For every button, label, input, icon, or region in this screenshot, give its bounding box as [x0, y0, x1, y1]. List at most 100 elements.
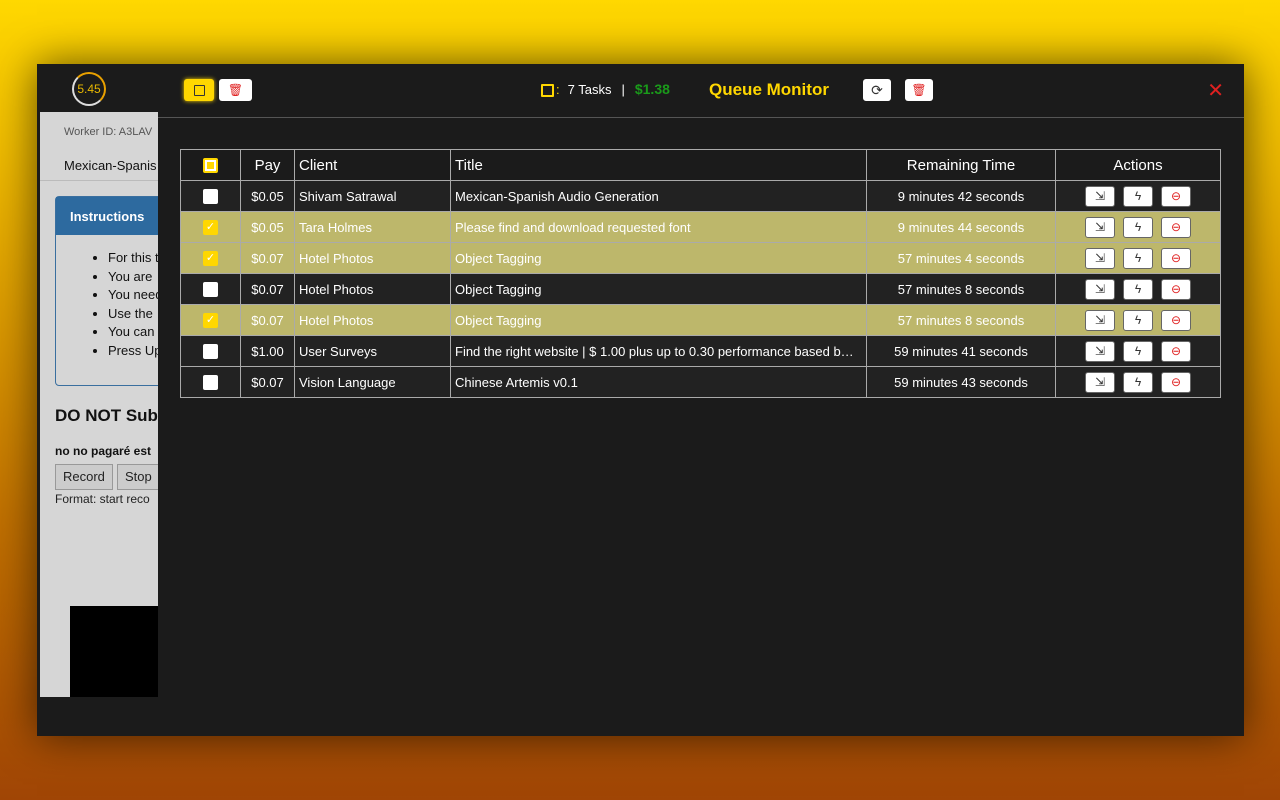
accept-task-button[interactable]: ϟ [1123, 309, 1153, 331]
lightning-icon: ϟ [1134, 188, 1142, 203]
row-checkbox[interactable] [203, 375, 218, 391]
open-external-icon: ⇲ [1094, 250, 1106, 265]
accept-task-button[interactable]: ϟ [1123, 371, 1153, 393]
table-row[interactable]: ✓ $0.05 Tara Holmes Please find and down… [180, 211, 1221, 243]
minus-circle-icon: ⊖ [1170, 219, 1182, 234]
remove-task-button[interactable]: ⊖ [1161, 309, 1191, 331]
accept-task-button[interactable]: ϟ [1123, 185, 1153, 207]
open-external-icon: ⇲ [1094, 374, 1106, 389]
open-task-button[interactable]: ⇲ [1085, 247, 1115, 269]
row-checkbox[interactable] [203, 344, 218, 360]
instruction-item: Use the [108, 305, 158, 324]
title-cell: Object Tagging [450, 242, 867, 274]
pay-cell: $0.07 [240, 273, 295, 305]
table-row[interactable]: $0.07 Vision Language Chinese Artemis v0… [180, 366, 1221, 398]
open-external-icon: ⇲ [1094, 188, 1106, 203]
pay-cell: $0.07 [240, 304, 295, 336]
bag-icon [541, 84, 554, 97]
row-checkbox[interactable]: ✓ [203, 220, 218, 236]
row-checkbox[interactable] [203, 282, 218, 298]
time-cell: 9 minutes 44 seconds [866, 211, 1056, 243]
total-pay: $1.38 [634, 81, 670, 97]
instruction-item: For this t [108, 249, 158, 268]
minus-circle-icon: ⊖ [1170, 312, 1182, 327]
queue-stats: : 7 Tasks | $1.38 [541, 81, 670, 97]
col-actions: Actions [1055, 149, 1221, 181]
accept-task-button[interactable]: ϟ [1123, 278, 1153, 300]
open-external-icon: ⇲ [1094, 343, 1106, 358]
remove-task-button[interactable]: ⊖ [1161, 216, 1191, 238]
accept-task-button[interactable]: ϟ [1123, 340, 1153, 362]
remove-task-button[interactable]: ⊖ [1161, 371, 1191, 393]
time-cell: 59 minutes 41 seconds [866, 335, 1056, 367]
select-all-checkbox[interactable] [203, 158, 218, 174]
instruction-item: Press Up [108, 342, 158, 361]
browser-window: 5.45 Worker ID: A3LAV Mexican-Spanis Ins… [37, 64, 1244, 736]
table-row[interactable]: ✓ $0.07 Hotel Photos Object Tagging 57 m… [180, 304, 1221, 336]
minus-circle-icon: ⊖ [1170, 343, 1182, 358]
task-count: 7 Tasks [567, 81, 612, 97]
col-pay[interactable]: Pay [240, 149, 295, 181]
remove-task-button[interactable]: ⊖ [1161, 278, 1191, 300]
trash-icon: 🗑︎ [227, 83, 244, 97]
trash-icon: 🗑︎ [911, 83, 927, 97]
title-cell: Chinese Artemis v0.1 [450, 366, 867, 398]
note-text: no no pagaré est [55, 444, 152, 458]
pay-cell: $0.05 [240, 211, 295, 243]
refresh-button[interactable]: ⟳ [863, 79, 891, 101]
instruction-item: You are [108, 268, 158, 287]
table-row[interactable]: $0.05 Shivam Satrawal Mexican-Spanish Au… [180, 180, 1221, 212]
col-title[interactable]: Title [450, 149, 867, 181]
client-cell: Hotel Photos [294, 304, 451, 336]
task-title: Mexican-Spanis [64, 158, 157, 173]
remove-task-button[interactable]: ⊖ [1161, 247, 1191, 269]
modal-title: Queue Monitor [709, 80, 829, 99]
open-external-icon: ⇲ [1094, 219, 1106, 234]
time-cell: 57 minutes 8 seconds [866, 304, 1056, 336]
delete-selected-button[interactable]: 🗑︎ [219, 79, 252, 101]
title-cell: Mexican-Spanish Audio Generation [450, 180, 867, 212]
lightning-icon: ϟ [1134, 343, 1142, 358]
close-icon[interactable]: ✕ [1207, 78, 1224, 103]
open-task-button[interactable]: ⇲ [1085, 216, 1115, 238]
row-checkbox[interactable]: ✓ [203, 251, 218, 267]
instructions-heading[interactable]: Instructions [56, 197, 158, 235]
table-row[interactable]: $0.07 Hotel Photos Object Tagging 57 min… [180, 273, 1221, 305]
title-cell: Object Tagging [450, 304, 867, 336]
time-cell: 9 minutes 42 seconds [866, 180, 1056, 212]
open-task-button[interactable]: ⇲ [1085, 371, 1115, 393]
col-client[interactable]: Client [294, 149, 451, 181]
minus-circle-icon: ⊖ [1170, 374, 1182, 389]
table-row[interactable]: ✓ $0.07 Hotel Photos Object Tagging 57 m… [180, 242, 1221, 274]
accept-task-button[interactable]: ϟ [1123, 216, 1153, 238]
open-task-button[interactable]: ⇲ [1085, 278, 1115, 300]
select-icon [193, 84, 205, 96]
pay-cell: $0.07 [240, 366, 295, 398]
format-text: Format: start reco [55, 492, 150, 506]
warning-heading: DO NOT Sub [55, 406, 158, 425]
accept-task-button[interactable]: ϟ [1123, 247, 1153, 269]
open-task-button[interactable]: ⇲ [1085, 340, 1115, 362]
queue-table: Pay Client Title Remaining Time Actions … [180, 149, 1221, 398]
row-checkbox[interactable]: ✓ [203, 313, 218, 329]
col-remaining-time[interactable]: Remaining Time [866, 149, 1056, 181]
minus-circle-icon: ⊖ [1170, 250, 1182, 265]
title-cell: Object Tagging [450, 273, 867, 305]
clear-queue-button[interactable]: 🗑︎ [905, 79, 933, 101]
remove-task-button[interactable]: ⊖ [1161, 185, 1191, 207]
row-checkbox[interactable] [203, 189, 218, 205]
table-row[interactable]: $1.00 User Surveys Find the right websit… [180, 335, 1221, 367]
select-toggle-button[interactable] [184, 79, 214, 101]
remove-task-button[interactable]: ⊖ [1161, 340, 1191, 362]
stop-button[interactable]: Stop [117, 464, 158, 490]
open-task-button[interactable]: ⇲ [1085, 309, 1115, 331]
open-task-button[interactable]: ⇲ [1085, 185, 1115, 207]
open-external-icon: ⇲ [1094, 312, 1106, 327]
instruction-item: You need [108, 286, 158, 305]
lightning-icon: ϟ [1134, 250, 1142, 265]
background-task-page: 5.45 Worker ID: A3LAV Mexican-Spanis Ins… [37, 64, 158, 736]
time-cell: 57 minutes 4 seconds [866, 242, 1056, 274]
record-button[interactable]: Record [55, 464, 113, 490]
instructions-panel: Instructions For this tYou areYou needUs… [55, 196, 158, 386]
pay-cell: $0.07 [240, 242, 295, 274]
